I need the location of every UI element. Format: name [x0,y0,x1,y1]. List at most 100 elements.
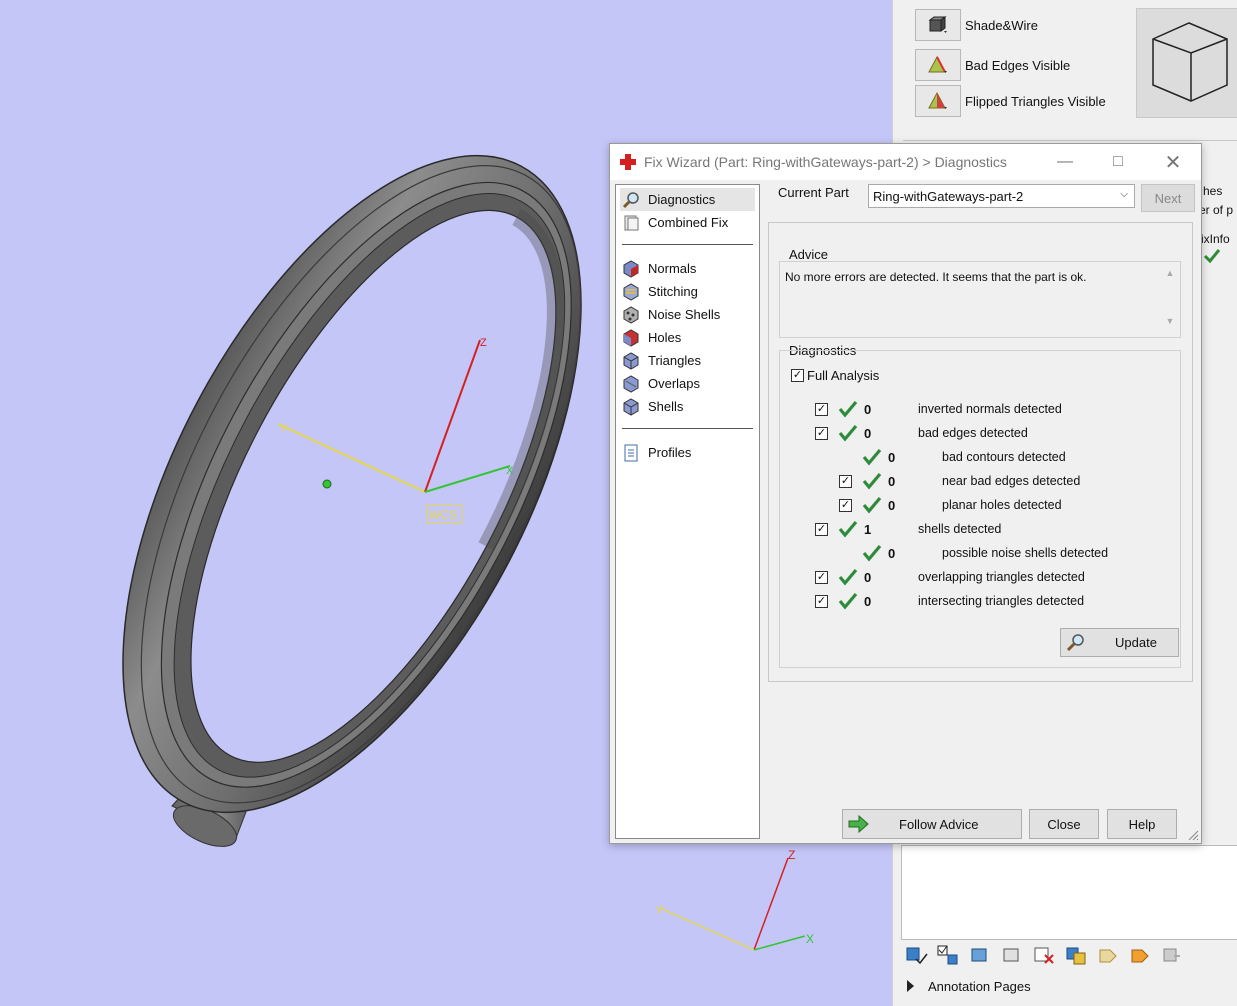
full-analysis-checkbox[interactable]: ✓ Full Analysis [791,368,879,383]
green-check-icon [862,448,882,466]
bad-edges-icon[interactable] [915,49,961,81]
nav-label: Shells [648,399,684,414]
row-count: 0 [888,450,896,465]
nav-item-shells[interactable]: Shells [616,395,759,418]
green-check-icon [862,472,882,490]
nav-item-noise-shells[interactable]: Noise Shells [616,303,759,326]
row-description: bad edges detected [918,426,1028,440]
delete-part-icon[interactable] [1031,943,1057,967]
add-label-icon[interactable] [1127,943,1153,967]
profiles-icon [624,444,638,461]
diagnostic-row: ✓ 0 near bad edges detected [780,471,1180,493]
row-checkbox[interactable]: ✓ [839,475,852,488]
navigation-cube[interactable] [1136,8,1237,118]
green-check-icon [838,520,858,538]
row-checkbox[interactable]: ✓ [815,571,828,584]
side-list-panel[interactable] [901,845,1237,940]
row-description: intersecting triangles detected [918,594,1085,608]
triangles-icon [623,351,639,370]
toggle-selection-icon[interactable] [935,943,961,967]
row-checkbox[interactable]: ✓ [815,595,828,608]
nav-label: Profiles [648,445,692,460]
nav-item-triangles[interactable]: Triangles [616,349,759,372]
advice-scrollbar[interactable]: ▲ ▼ [1164,268,1176,326]
diagnostic-row: ✓ 0 overlapping triangles detected [780,567,1180,589]
next-button[interactable]: Next [1141,184,1195,212]
close-button[interactable]: Close [1029,809,1099,839]
resize-grip-icon[interactable] [1187,829,1199,841]
row-checkbox[interactable]: ✓ [839,499,852,512]
nav-item-diagnostics[interactable]: Diagnostics [620,188,755,211]
scroll-down-icon[interactable]: ▼ [1166,316,1175,326]
row-count: 0 [888,474,896,489]
shade-wire-icon[interactable] [915,9,961,41]
nav-separator [622,428,753,429]
hide-parts-icon[interactable] [967,943,993,967]
current-part-label: Current Part [778,185,849,200]
merge-parts-icon[interactable] [1063,943,1089,967]
row-checkbox[interactable]: ✓ [815,403,828,416]
diagnostic-row: ✓ 0 bad edges detected [780,423,1180,445]
green-check-icon [862,496,882,514]
green-check-icon [838,400,858,418]
current-part-select[interactable]: Ring-withGateways-part-2 ⌵ [868,184,1135,208]
advice-group-title: Advice [789,247,829,262]
label-icon[interactable] [1095,943,1121,967]
row-count: 0 [888,498,896,513]
view-mode-flipped-triangles[interactable]: Flipped Triangles Visible [915,84,1106,118]
row-count: 1 [864,522,872,537]
nav-item-combined-fix[interactable]: Combined Fix [616,211,759,234]
row-description: overlapping triangles detected [918,570,1085,584]
checkbox[interactable]: ✓ [791,369,804,382]
select-parts-icon[interactable] [903,943,929,967]
noise-shells-icon [623,305,639,324]
dialog-titlebar[interactable]: Fix Wizard (Part: Ring-withGateways-part… [610,144,1201,180]
update-button[interactable]: Update [1060,628,1179,657]
current-part-value: Ring-withGateways-part-2 [873,188,1024,204]
normals-icon [623,259,639,278]
clipped-text: ixInfo [1201,232,1230,246]
nav-item-overlaps[interactable]: Overlaps [616,372,759,395]
diagnostic-row: ✓ 1 shells detected [780,519,1180,541]
view-mode-bad-edges[interactable]: Bad Edges Visible [915,48,1070,82]
green-arrow-icon [848,814,869,834]
nav-item-normals[interactable]: Normals [616,257,759,280]
combined-fix-icon [624,215,639,230]
flipped-triangles-icon[interactable] [915,85,961,117]
expand-arrow-icon[interactable] [907,980,914,992]
row-count: 0 [864,426,872,441]
red-cross-icon [620,154,636,170]
nav-item-holes[interactable]: Holes [616,326,759,349]
view-mode-shade-wire[interactable]: Shade&Wire [915,8,1038,42]
follow-advice-label: Follow Advice [899,816,979,832]
nav-item-stitching[interactable]: Stitching [616,280,759,303]
fix-wizard-dialog: Fix Wizard (Part: Ring-withGateways-part… [609,143,1202,844]
annotation-pages-row[interactable]: Annotation Pages [901,975,1237,997]
row-description: planar holes detected [942,498,1062,512]
nav-label: Combined Fix [648,215,729,230]
diagnostic-row: 0 bad contours detected [780,447,1180,469]
update-label: Update [1115,635,1157,650]
export-label-icon[interactable] [1159,943,1185,967]
show-parts-icon[interactable] [999,943,1025,967]
diagnostic-row: ✓ 0 intersecting triangles detected [780,591,1180,613]
view-mode-label: Bad Edges Visible [965,57,1071,73]
row-checkbox[interactable]: ✓ [815,427,828,440]
follow-advice-button[interactable]: Follow Advice [842,809,1022,839]
magnifier-icon [622,191,639,208]
dialog-title: Fix Wizard (Part: Ring-withGateways-part… [644,154,1007,170]
view-mode-label: Shade&Wire [965,17,1038,33]
clipped-text: er of p [1199,203,1234,217]
row-checkbox[interactable]: ✓ [815,523,828,536]
nav-item-profiles[interactable]: Profiles [616,441,759,464]
advice-box: No more errors are detected. It seems th… [779,261,1181,338]
close-window-button[interactable]: ✕ [1155,150,1191,174]
maximize-button[interactable]: □ [1100,150,1136,174]
help-button[interactable]: Help [1107,809,1177,839]
clipped-text: hes [1203,184,1223,198]
row-count: 0 [864,594,872,609]
row-description: near bad edges detected [942,474,1081,488]
scroll-up-icon[interactable]: ▲ [1166,268,1175,278]
checkmark-icon [1203,249,1221,264]
minimize-button[interactable]: — [1047,150,1083,174]
